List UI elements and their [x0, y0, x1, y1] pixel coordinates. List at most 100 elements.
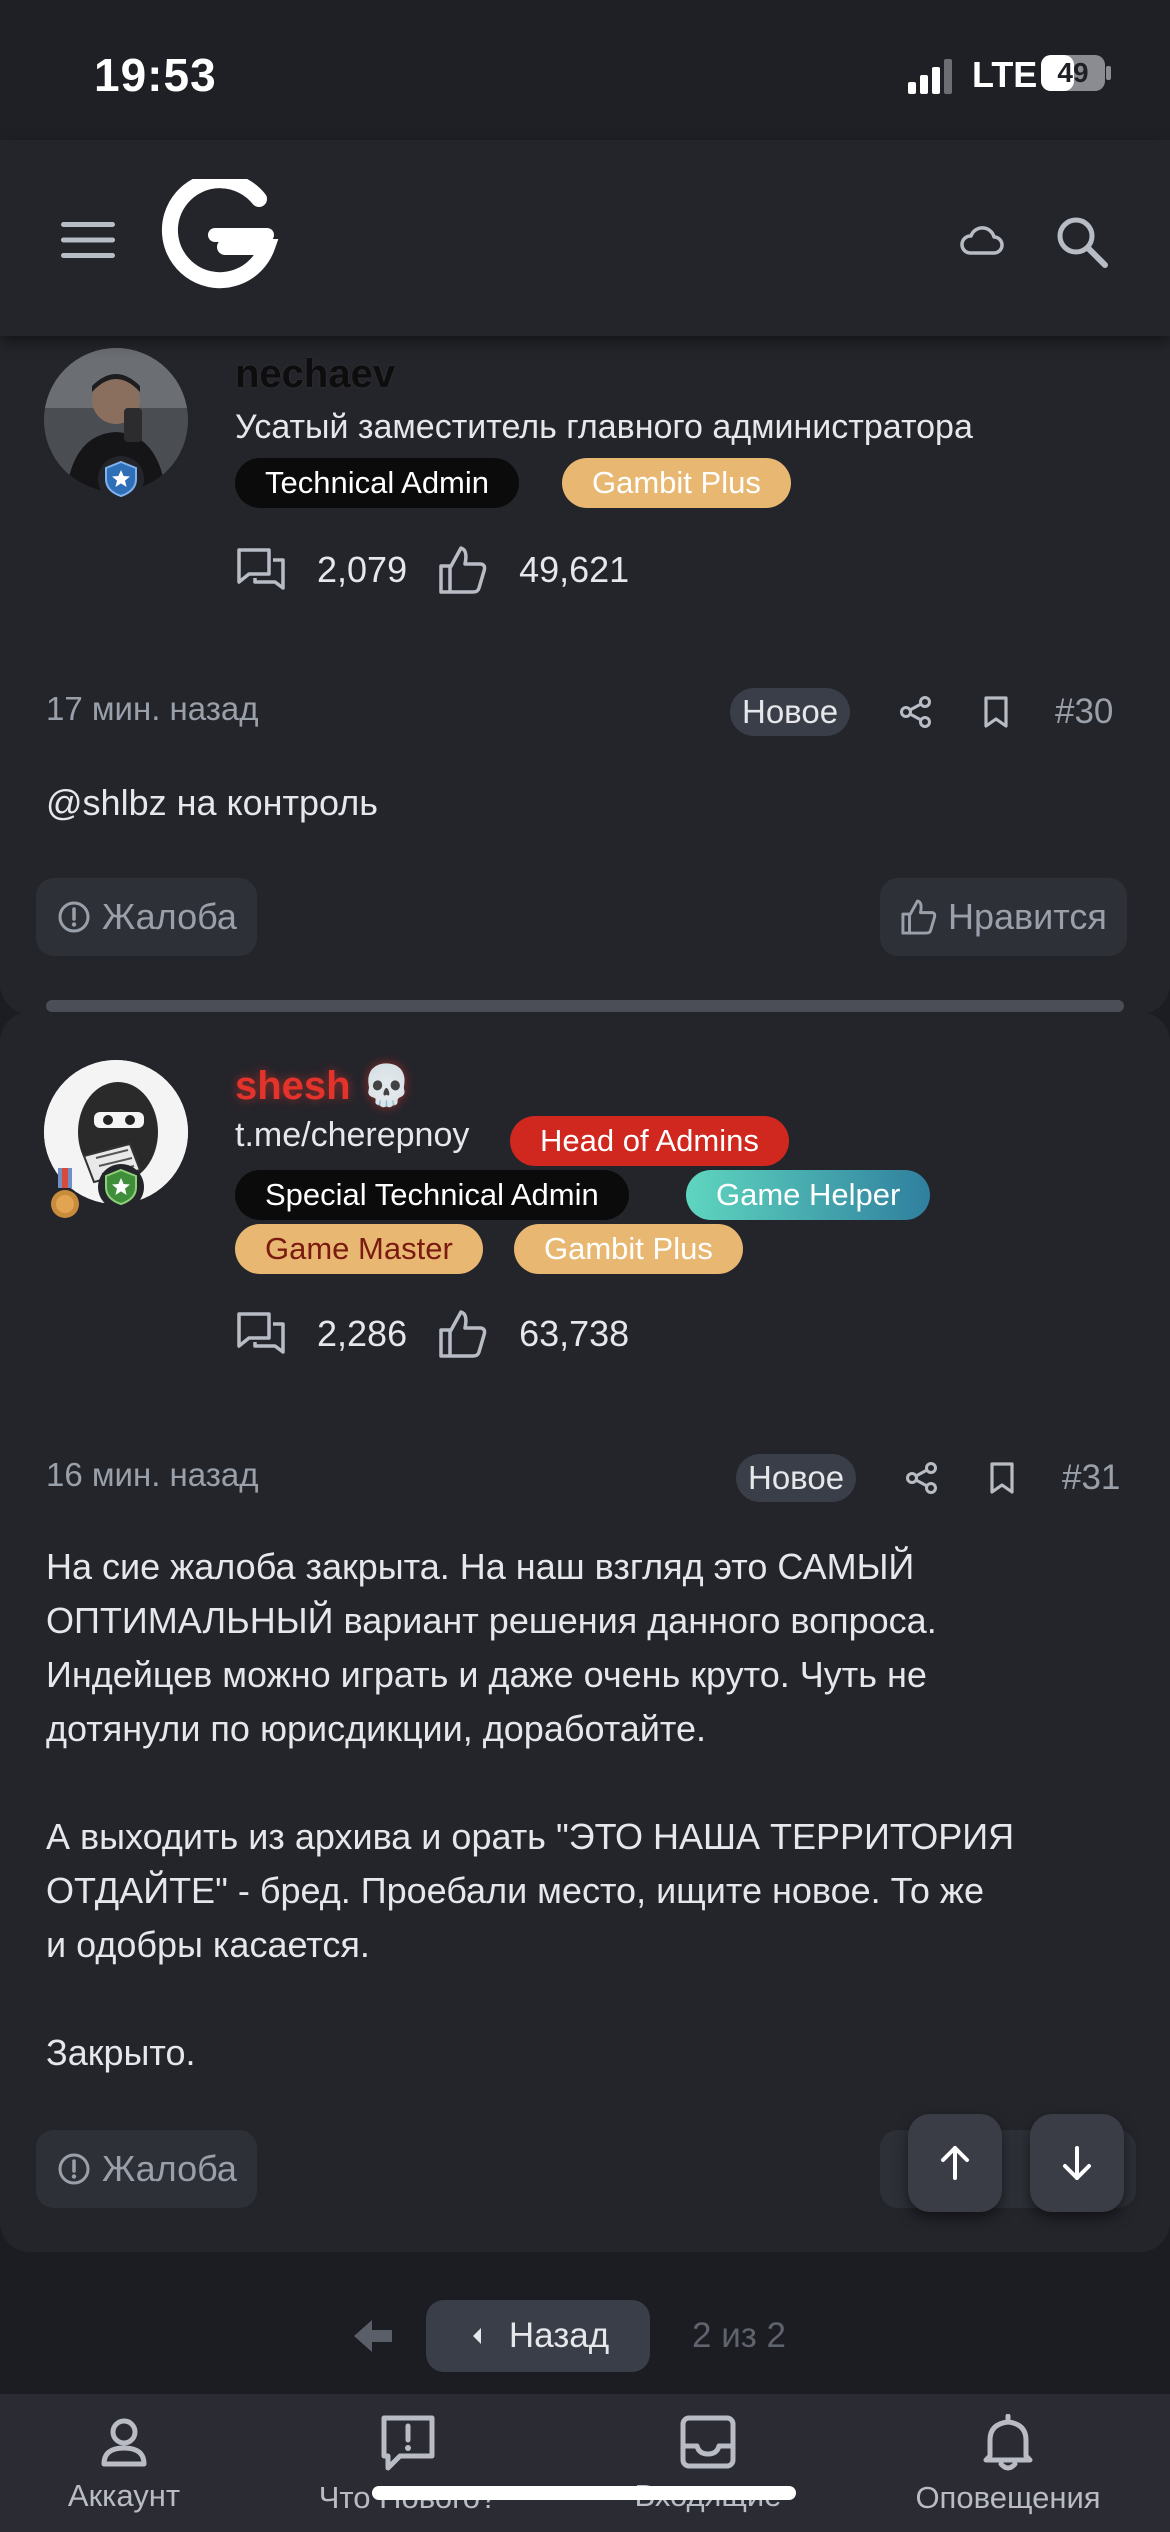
- messages-icon: [237, 548, 285, 590]
- report-icon: [58, 2153, 90, 2185]
- status-bar: 19:53 LTE 49: [0, 0, 1170, 140]
- status-time: 19:53: [94, 49, 217, 101]
- user-icon: [101, 2418, 147, 2467]
- user-title: Усатый заместитель главного администрато…: [235, 408, 973, 446]
- report-button[interactable]: Жалоба: [36, 2130, 257, 2208]
- bookmark-button[interactable]: [978, 1454, 1026, 1502]
- gambit-logo-icon: [161, 179, 279, 289]
- network-label: LTE: [972, 54, 1038, 95]
- user-banner: Game Helper: [686, 1170, 931, 1220]
- username[interactable]: shesh 💀: [235, 1062, 412, 1109]
- cloud-button[interactable]: [952, 216, 1012, 266]
- search-icon: [1057, 217, 1108, 268]
- post-time[interactable]: 16 мин. назад: [46, 1456, 259, 1494]
- post-divider: [46, 1000, 1124, 1012]
- shield-star-icon: [105, 1168, 137, 1206]
- page-indicator: 2 из 2: [692, 2316, 786, 2355]
- post-number[interactable]: #30: [1055, 692, 1113, 732]
- new-badge: Новое: [736, 1454, 857, 1502]
- nav-whats-new[interactable]: Что Нового?: [278, 2414, 538, 2516]
- report-icon: [58, 901, 90, 933]
- report-label: Жалоба: [102, 2148, 237, 2189]
- skull-emoji: 💀: [361, 1064, 412, 1108]
- username[interactable]: nechaev: [235, 352, 395, 397]
- user-banner: Head of Admins: [510, 1116, 789, 1166]
- medal-icon: [50, 1168, 80, 1224]
- post-card: shesh 💀 t.me/cherepnoy Head of Admins Sp…: [0, 1012, 1170, 2252]
- bookmark-icon: [984, 696, 1008, 728]
- message-count: 2,079: [317, 549, 408, 590]
- post-line: ОПТИМАЛЬНЫЙ вариант решения данного вопр…: [46, 1600, 937, 1641]
- chevron-left-icon: [472, 2328, 481, 2344]
- post-line: ОТДАЙТЕ" - бред. Проебали место, ищите н…: [46, 1870, 984, 1911]
- post-time[interactable]: 17 мин. назад: [46, 690, 259, 728]
- search-button[interactable]: [1050, 210, 1114, 274]
- likes-count: 49,621: [519, 549, 630, 590]
- back-button[interactable]: Назад: [426, 2300, 650, 2372]
- user-title: t.me/cherepnoy: [235, 1116, 470, 1154]
- signal-icon: [908, 59, 952, 94]
- user-banner: Special Technical Admin: [235, 1170, 629, 1220]
- post-number[interactable]: #31: [1062, 1458, 1120, 1498]
- user-banner: Gambit Plus: [562, 458, 791, 508]
- bookmark-button[interactable]: [972, 688, 1020, 736]
- share-button[interactable]: [898, 1454, 946, 1502]
- alert-message-icon: [381, 2415, 435, 2471]
- nav-label: Аккаунт: [67, 2478, 181, 2513]
- bell-icon: [983, 2414, 1033, 2471]
- shield-star-icon: [105, 460, 137, 498]
- share-button[interactable]: [892, 688, 940, 736]
- likes-icon: [439, 546, 487, 594]
- staff-shield-badge: [98, 1164, 144, 1210]
- share-icon: [906, 1462, 937, 1494]
- battery-icon: 49: [1040, 54, 1112, 92]
- bookmark-icon: [990, 1462, 1014, 1494]
- user-banner: Game Master: [235, 1224, 483, 1274]
- thumbs-up-icon: [901, 899, 937, 935]
- report-label: Жалоба: [102, 896, 237, 937]
- post-line: дотянули по юрисдикции, доработайте.: [46, 1708, 707, 1749]
- post-line: [46, 1972, 1126, 2026]
- username-text: shesh: [235, 1064, 351, 1108]
- home-indicator[interactable]: [372, 2486, 796, 2500]
- post-content: На сие жалоба закрыта. На наш взгляд это…: [46, 1540, 1126, 2080]
- post-content: @shlbz на контроль: [46, 782, 379, 823]
- menu-button[interactable]: [50, 208, 126, 272]
- arrow-down-icon: [1063, 2146, 1091, 2180]
- user-banner: Technical Admin: [235, 458, 520, 508]
- post-line: [46, 1756, 1126, 1810]
- cloud-icon: [960, 226, 1004, 255]
- post-line: А выходить из архива и орать "ЭТО НАША Т…: [46, 1816, 1015, 1857]
- arrow-up-icon: [941, 2146, 969, 2180]
- report-button[interactable]: Жалоба: [36, 878, 257, 956]
- nav-account[interactable]: Аккаунт: [0, 2414, 254, 2514]
- post-line: и одобры касается.: [46, 1924, 370, 1965]
- previous-page-button[interactable]: [350, 2316, 396, 2361]
- scroll-top-button[interactable]: [908, 2114, 1002, 2212]
- user-stats: 2,079 49,621: [235, 540, 659, 600]
- app-header: [0, 140, 1170, 336]
- nav-alerts[interactable]: Оповещения: [878, 2414, 1138, 2516]
- staff-shield-badge: [98, 456, 144, 502]
- post-line: На сие жалоба закрыта. На наш взгляд это…: [46, 1546, 915, 1587]
- post-line: Закрыто.: [46, 2032, 196, 2073]
- share-icon: [900, 696, 931, 728]
- post-card: nechaev Усатый заместитель главного адми…: [0, 336, 1170, 1014]
- nav-label: Оповещения: [915, 2480, 1101, 2515]
- menu-icon: [61, 222, 115, 258]
- like-button[interactable]: Нравится: [880, 878, 1127, 956]
- message-count: 2,286: [317, 1313, 408, 1354]
- user-stats: 2,286 63,738: [235, 1304, 659, 1364]
- like-label: Нравится: [948, 896, 1107, 937]
- new-badge: Новое: [730, 688, 851, 736]
- scroll-bottom-button[interactable]: [1030, 2114, 1124, 2212]
- inbox-icon: [680, 2415, 736, 2469]
- messages-icon: [237, 1312, 285, 1354]
- battery-level: 49: [1057, 57, 1089, 88]
- site-logo[interactable]: [152, 176, 282, 296]
- post-line: Индейцев можно играть и даже очень круто…: [46, 1654, 927, 1695]
- bottom-nav: Аккаунт Что Нового? Входящие Оповещения: [0, 2394, 1170, 2532]
- likes-count: 63,738: [519, 1313, 630, 1354]
- arrow-left-icon: [354, 2320, 392, 2352]
- back-label: Назад: [508, 2316, 610, 2355]
